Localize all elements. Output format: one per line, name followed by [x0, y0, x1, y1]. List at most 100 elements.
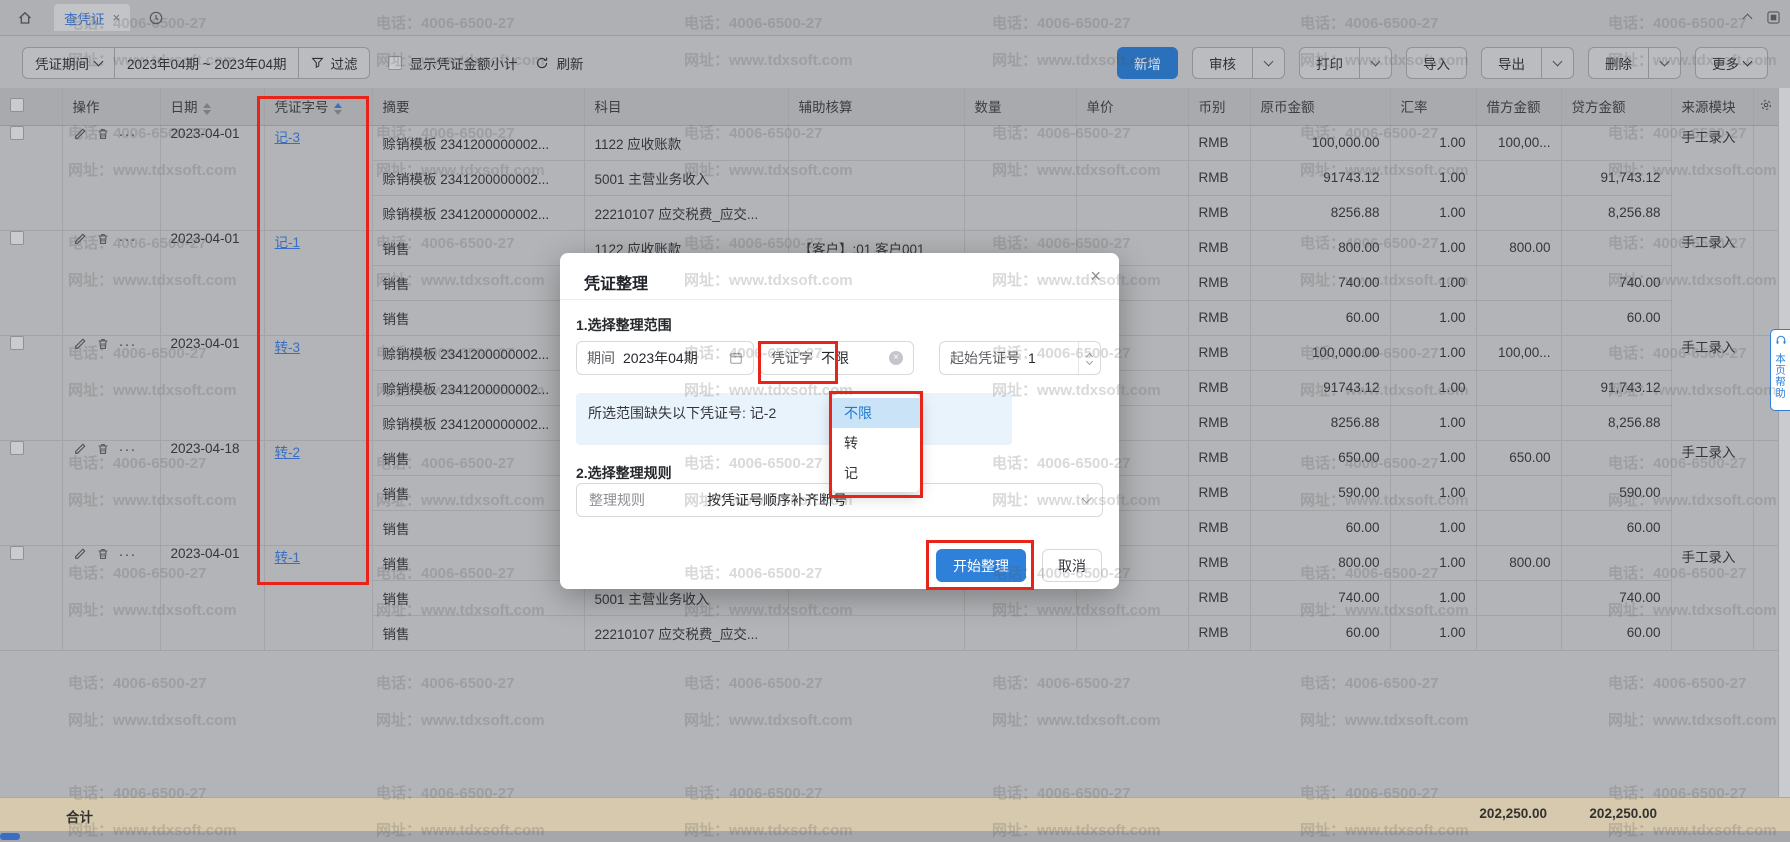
import-button[interactable]: 导入 [1406, 47, 1467, 79]
refresh-button[interactable]: 刷新 [535, 53, 583, 73]
voucher-number-link[interactable]: 转-2 [275, 445, 301, 460]
row-checkbox[interactable] [10, 231, 24, 245]
delete-button[interactable]: 删除 [1588, 47, 1649, 79]
export-split-button: 导出 [1481, 47, 1574, 79]
col-header-source: 来源模块 [1671, 88, 1753, 125]
col-header-settings [1753, 88, 1778, 125]
col-header-summary: 摘要 [372, 88, 584, 125]
delete-row-icon[interactable] [96, 232, 110, 246]
voucher-word-label: 凭证字 [771, 348, 813, 368]
cell-orig-amount: 60.00 [1250, 300, 1390, 335]
row-more-icon[interactable]: ··· [119, 441, 137, 458]
row-checkbox[interactable] [10, 441, 24, 455]
delete-dropdown-icon[interactable] [1649, 47, 1681, 79]
print-button[interactable]: 打印 [1299, 47, 1360, 79]
page-help-tab[interactable]: 本页帮助 [1770, 329, 1790, 411]
start-number-stepper[interactable]: 起始凭证号 1 [939, 341, 1101, 375]
step-down-icon[interactable] [1086, 358, 1093, 365]
dialog-title: 凭证整理 [584, 270, 648, 294]
scrollbar-thumb[interactable] [0, 833, 20, 840]
cell-orig-amount: 800.00 [1250, 545, 1390, 580]
export-dropdown-icon[interactable] [1542, 47, 1574, 79]
edit-icon[interactable] [73, 337, 87, 351]
period-filter-group: 凭证期间 2023年04期 ~ 2023年04期 过滤 [22, 47, 370, 79]
delete-row-icon[interactable] [96, 127, 110, 141]
divider [560, 299, 1119, 300]
print-label: 打印 [1316, 53, 1343, 73]
cell-rate: 1.00 [1390, 265, 1476, 300]
voucher-number-link[interactable]: 转-3 [275, 340, 301, 355]
voucher-number-link[interactable]: 转-1 [275, 550, 301, 565]
col-header-voucher[interactable]: 凭证字号 [264, 88, 372, 125]
page-help-label: 本页帮助 [1773, 353, 1788, 399]
cell-credit: 8,256.88 [1561, 195, 1671, 230]
horizontal-scrollbar[interactable] [0, 831, 1790, 842]
more-button[interactable]: 更多 [1695, 47, 1768, 79]
start-number-value: 1 [1028, 350, 1036, 366]
history-icon[interactable] [148, 10, 164, 26]
vertical-scrollbar[interactable] [1778, 88, 1790, 797]
dropdown-option-zhuan[interactable]: 转 [832, 428, 920, 458]
filter-button[interactable]: 过滤 [299, 47, 370, 79]
chevron-down-icon [1082, 494, 1092, 504]
cell-currency: RMB [1188, 475, 1250, 510]
show-subtotal-checkbox[interactable]: 显示凭证金额小计 [388, 53, 517, 73]
tab-close-icon[interactable]: × [113, 11, 121, 24]
cell-currency: RMB [1188, 545, 1250, 580]
row-checkbox[interactable] [10, 126, 24, 140]
cell-orig-amount: 8256.88 [1250, 195, 1390, 230]
totals-credit: 202,250.00 [1502, 806, 1657, 821]
row-checkbox[interactable] [10, 336, 24, 350]
gear-icon[interactable] [1759, 98, 1773, 112]
cell-voucher: 转-2 [264, 440, 372, 545]
delete-row-icon[interactable] [96, 442, 110, 456]
collapse-up-icon[interactable] [1744, 9, 1751, 27]
edit-icon[interactable] [73, 232, 87, 246]
col-header-date[interactable]: 日期 [160, 88, 264, 125]
print-dropdown-icon[interactable] [1360, 47, 1392, 79]
cell-summary: 销售 [372, 265, 584, 300]
voucher-word-dropdown: 不限 转 记 [832, 394, 920, 492]
tab-voucher-query[interactable]: 查凭证 × [54, 4, 130, 31]
clear-icon[interactable]: × [889, 351, 903, 365]
delete-row-icon[interactable] [96, 337, 110, 351]
dialog-close-icon[interactable]: × [1090, 267, 1101, 285]
export-button[interactable]: 导出 [1481, 47, 1542, 79]
row-more-icon[interactable]: ··· [119, 336, 137, 353]
period-picker[interactable]: 期间 2023年04期 [576, 341, 754, 375]
col-header-checkbox [0, 88, 62, 125]
cell-orig-amount: 800.00 [1250, 230, 1390, 265]
voucher-number-link[interactable]: 记-1 [275, 235, 301, 250]
row-more-icon[interactable]: ··· [119, 231, 137, 248]
row-checkbox[interactable] [10, 546, 24, 560]
audit-dropdown-icon[interactable] [1253, 47, 1285, 79]
delete-row-icon[interactable] [96, 547, 110, 561]
home-icon[interactable] [10, 5, 40, 31]
edit-icon[interactable] [73, 442, 87, 456]
sort-icon[interactable] [203, 103, 211, 115]
sort-icon[interactable] [334, 103, 342, 115]
workbench-icon[interactable] [1767, 9, 1780, 27]
audit-button[interactable]: 审核 [1192, 47, 1253, 79]
period-range-field[interactable]: 2023年04期 ~ 2023年04期 [115, 47, 299, 79]
cell-debit [1476, 510, 1561, 545]
row-more-icon[interactable]: ··· [119, 546, 137, 563]
row-more-icon[interactable]: ··· [119, 126, 137, 143]
period-type-select[interactable]: 凭证期间 [22, 47, 115, 79]
start-arrange-button[interactable]: 开始整理 [936, 549, 1026, 582]
table-header-row: 操作 日期 凭证字号 摘要 科目 辅助核算 数量 单价 币别 原币金额 汇率 借… [0, 88, 1778, 125]
cell-rate: 1.00 [1390, 475, 1476, 510]
voucher-word-select[interactable]: 凭证字 不限 × [760, 341, 914, 375]
period-value: 2023年04期 [623, 348, 698, 368]
cell-orig-amount: 740.00 [1250, 265, 1390, 300]
select-all-checkbox[interactable] [10, 98, 24, 112]
cell-currency: RMB [1188, 440, 1250, 475]
voucher-number-link[interactable]: 记-3 [275, 130, 301, 145]
add-button[interactable]: 新增 [1117, 47, 1178, 79]
edit-icon[interactable] [73, 547, 87, 561]
edit-icon[interactable] [73, 127, 87, 141]
cancel-button[interactable]: 取消 [1042, 549, 1102, 582]
dropdown-option-ji[interactable]: 记 [832, 458, 920, 488]
cell-credit [1561, 230, 1671, 265]
dropdown-option-unlimited[interactable]: 不限 [832, 398, 920, 428]
